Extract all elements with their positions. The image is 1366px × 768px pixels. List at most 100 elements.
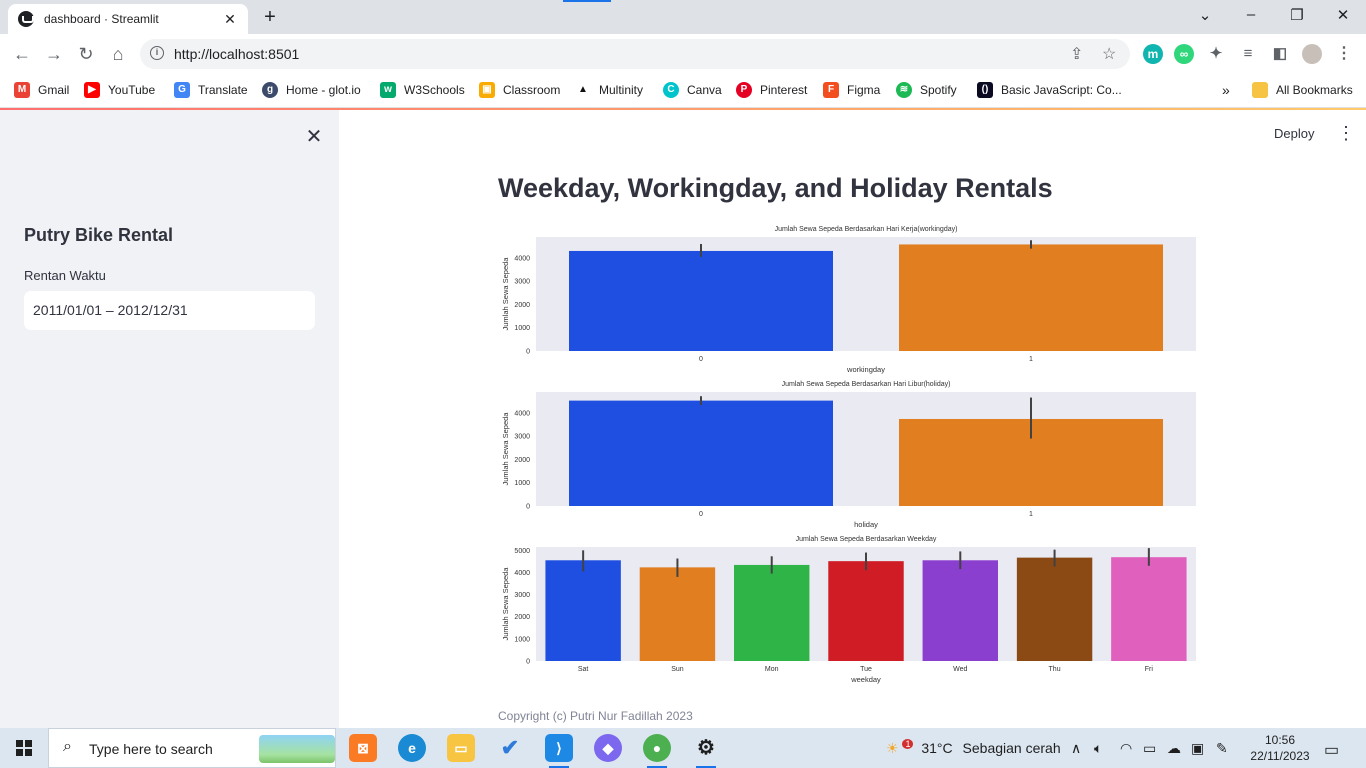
all-bookmarks-button[interactable]: All Bookmarks [1252, 82, 1353, 98]
weather-description: Sebagian cerah [962, 740, 1061, 756]
x-tick-label: Wed [953, 666, 967, 673]
weekday-bar-chart: Jumlah Sewa Sepeda Berdasarkan Weekday 0 1… [501, 536, 1196, 684]
x-tick-label: Tue [860, 666, 872, 673]
todo-icon[interactable]: ✔ [496, 734, 524, 762]
tab-strip: dashboard · Streamlit ✕ + ⌄ – ❐ ✕ [0, 0, 1366, 34]
y-tick-label: 3000 [514, 592, 530, 599]
x-tick-label: 1 [1029, 511, 1033, 518]
bookmark-figma[interactable]: F Figma [823, 82, 880, 98]
side-panel-icon[interactable]: ◧ [1270, 44, 1290, 64]
battery-icon[interactable]: ▭ [1143, 740, 1156, 757]
wifi-icon[interactable]: ◠ [1120, 740, 1132, 757]
bookmark-translate[interactable]: G Translate [174, 82, 248, 98]
bookmark-canva[interactable]: C Canva [663, 82, 722, 98]
chart-title: Jumlah Sewa Sepeda Berdasarkan Hari Kerj… [775, 226, 958, 233]
bar [1111, 557, 1187, 661]
holiday-bar-chart: Jumlah Sewa Sepeda Berdasarkan Hari Libu… [501, 381, 1196, 529]
extension-m-icon[interactable]: m [1143, 44, 1163, 64]
site-info-icon[interactable]: i [150, 46, 164, 60]
tab-search-icon[interactable]: ⌄ [1195, 6, 1215, 24]
bookmark-gmail[interactable]: M Gmail [14, 82, 69, 98]
search-highlight-image [259, 735, 335, 763]
gmail-icon: M [14, 82, 30, 98]
folder-icon [1252, 82, 1268, 98]
bookmark-glot[interactable]: g Home - glot.io [262, 82, 361, 98]
browser-tab[interactable]: dashboard · Streamlit ✕ [8, 4, 248, 34]
show-hidden-icons[interactable]: ∧ [1071, 740, 1081, 757]
weather-badge: 1 [902, 739, 914, 749]
taskbar-search[interactable]: ⌕ Type here to search [48, 728, 336, 768]
youtube-icon: ▶ [84, 82, 100, 98]
reload-icon[interactable]: ↻ [75, 43, 97, 65]
media-control-icon[interactable]: ≡ [1238, 44, 1258, 64]
chrome-menu-icon[interactable]: ⋮ [1334, 44, 1354, 64]
edge-icon[interactable]: e [398, 734, 426, 762]
bar [922, 560, 998, 661]
chrome-icon[interactable]: ● [643, 734, 671, 768]
url-text[interactable]: http://localhost:8501 [174, 46, 299, 62]
close-tab-icon[interactable]: ✕ [222, 11, 238, 28]
weather-icon: ☀ [886, 740, 899, 756]
extension-green-icon[interactable]: ∞ [1174, 44, 1194, 64]
bookmark-youtube[interactable]: ▶ YouTube [84, 82, 155, 98]
deploy-button[interactable]: Deploy [1274, 126, 1314, 141]
home-icon[interactable]: ⌂ [107, 43, 129, 65]
y-tick-label: 4000 [514, 255, 530, 262]
profile-avatar[interactable] [1302, 44, 1322, 64]
main-menu-icon[interactable]: ⋮ [1337, 123, 1355, 144]
restore-icon[interactable]: ❐ [1287, 6, 1307, 24]
temperature: 31°C [921, 740, 953, 756]
more-bookmarks-button[interactable]: » [1222, 82, 1230, 98]
minimize-icon[interactable]: – [1241, 6, 1261, 23]
glot-icon: g [262, 82, 278, 98]
volume-icon[interactable]: 🔈︎ [1094, 740, 1102, 757]
sidebar: ✕ Putry Bike Rental Rentan Waktu 2011/01… [0, 110, 339, 728]
copilot-icon[interactable]: ◆ [594, 734, 622, 762]
y-axis-label: Jumlah Sewa Sepeda [501, 257, 510, 331]
x-tick-label: Sat [578, 666, 589, 673]
bookmark-w3schools[interactable]: w W3Schools [380, 82, 465, 98]
bookmark-multinity[interactable]: ▲ Multinity [575, 82, 643, 98]
new-tab-button[interactable]: + [258, 6, 282, 29]
copyright-text: Copyright (c) Putri Nur Fadillah 2023 [498, 709, 693, 723]
multinity-icon: ▲ [578, 84, 588, 95]
windows-start-icon[interactable] [16, 740, 32, 756]
streamlit-icon [18, 11, 34, 27]
classroom-icon: ▣ [479, 82, 495, 98]
close-sidebar-button[interactable]: ✕ [304, 124, 324, 149]
meet-now-icon[interactable]: ▣ [1191, 740, 1204, 757]
back-icon[interactable]: ← [11, 43, 33, 65]
y-tick-label: 2000 [514, 614, 530, 621]
y-axis-label: Jumlah Sewa Sepeda [501, 567, 510, 641]
pinterest-icon: P [736, 82, 752, 98]
system-clock[interactable]: 10:56 22/11/2023 [1244, 732, 1316, 764]
pen-icon[interactable]: ✎ [1216, 740, 1228, 757]
windows-taskbar: ⌕ Type here to search ⊠ e ▭ ✔ ⟩ ◆ ● ⚙ ☀ … [0, 728, 1366, 768]
bookmark-spotify[interactable]: ≋ Spotify [896, 82, 957, 98]
y-tick-label: 3000 [514, 279, 530, 286]
vscode-icon[interactable]: ⟩ [545, 734, 573, 768]
y-axis-label: Jumlah Sewa Sepeda [501, 412, 510, 486]
bookmark-star-icon[interactable]: ☆ [1102, 44, 1116, 64]
x-tick-label: Fri [1145, 666, 1154, 673]
file-explorer-icon[interactable]: ▭ [447, 734, 475, 762]
bookmark-classroom[interactable]: ▣ Classroom [479, 82, 560, 98]
share-icon[interactable]: ⇪ [1070, 44, 1083, 64]
settings-gear-icon[interactable]: ⚙ [692, 734, 720, 768]
date-range-input[interactable]: 2011/01/01 – 2012/12/31 [24, 291, 315, 330]
close-window-icon[interactable]: ✕ [1333, 6, 1353, 24]
xampp-icon[interactable]: ⊠ [349, 734, 377, 762]
w3schools-icon: w [380, 82, 396, 98]
notifications-icon[interactable]: ▭ [1324, 740, 1339, 760]
extensions-puzzle-icon[interactable]: ✦ [1206, 44, 1226, 64]
browser-toolbar: ← → ↻ ⌂ i http://localhost:8501 ⇪ ☆ m ∞ … [0, 34, 1366, 74]
bookmark-freecodecamp[interactable]: () Basic JavaScript: Co... [977, 82, 1122, 98]
x-tick-label: Mon [765, 666, 779, 673]
weather-widget[interactable]: ☀ 1 31°C Sebagian cerah [886, 739, 1061, 757]
y-tick-label: 2000 [514, 457, 530, 464]
y-tick-label: 0 [526, 659, 530, 666]
address-bar[interactable]: i http://localhost:8501 ⇪ ☆ [140, 39, 1130, 69]
bookmark-pinterest[interactable]: P Pinterest [736, 82, 807, 98]
forward-icon[interactable]: → [43, 43, 65, 65]
onedrive-icon[interactable]: ☁ [1167, 740, 1181, 757]
